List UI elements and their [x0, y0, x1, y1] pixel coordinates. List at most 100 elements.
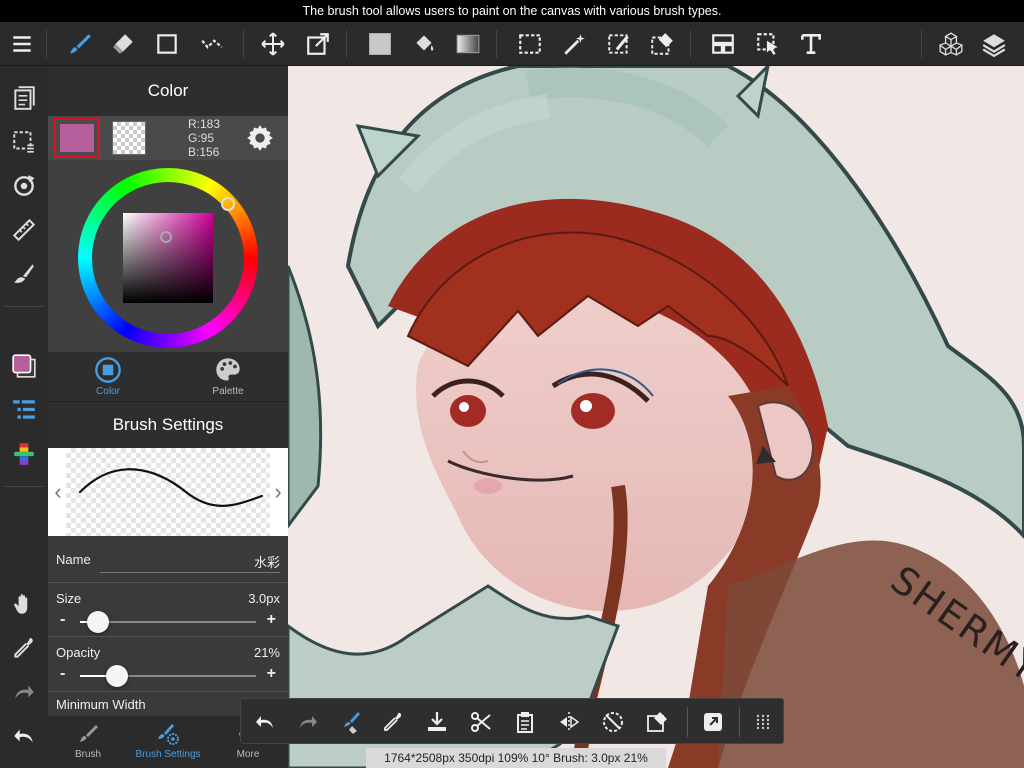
paste-icon[interactable] — [503, 699, 546, 745]
open-window-icon[interactable] — [691, 699, 734, 745]
tab-brush-settings-label: Brush Settings — [135, 749, 201, 760]
brush-name-label: Name — [56, 552, 91, 567]
toolbar-divider — [921, 30, 922, 58]
text-icon[interactable] — [791, 22, 831, 66]
tab-brush[interactable]: Brush — [48, 722, 128, 760]
quick-toolbar — [240, 698, 784, 744]
brush-icon[interactable] — [60, 22, 100, 66]
select-pen-icon[interactable] — [192, 22, 232, 66]
gallery-icon[interactable] — [4, 78, 44, 118]
main-color-swatch[interactable] — [54, 118, 100, 158]
toolbar-divider — [46, 30, 47, 58]
tab-palette-label: Palette — [212, 386, 244, 397]
tab-color[interactable]: Color — [48, 356, 168, 397]
shape-icon[interactable] — [147, 22, 187, 66]
tab-color-label: Color — [96, 386, 120, 397]
rgb-b: B:156 — [188, 145, 220, 159]
clear-layer-icon[interactable] — [635, 699, 678, 745]
color-bar-icon[interactable] — [4, 434, 44, 474]
deselect-icon[interactable] — [591, 699, 634, 745]
select-erase-icon[interactable] — [642, 22, 682, 66]
opacity-label: Opacity — [56, 645, 101, 660]
opacity-plus-button[interactable]: + — [267, 665, 276, 683]
palette-icon — [216, 358, 240, 381]
brush-name-row[interactable]: Name 水彩 — [48, 536, 288, 583]
sub-color-swatch[interactable] — [112, 121, 146, 155]
grid-dots-icon[interactable] — [741, 699, 784, 745]
color-circle-icon — [95, 357, 121, 383]
rgb-r: R:183 — [188, 117, 221, 131]
layers-icon[interactable] — [974, 22, 1014, 66]
size-row: Size 3.0px - + — [48, 583, 288, 637]
operation-icon[interactable] — [748, 22, 788, 66]
sv-cursor[interactable] — [160, 231, 172, 243]
tab-brush-label: Brush — [74, 749, 102, 760]
tab-more-label: More — [236, 749, 260, 760]
size-plus-button[interactable]: + — [267, 611, 276, 629]
brush-eraser-toggle-icon[interactable] — [328, 699, 371, 745]
undo-icon[interactable] — [243, 699, 286, 745]
brush-stroke-preview — [78, 468, 264, 507]
pen-settings-icon[interactable] — [4, 254, 44, 294]
selection-icon[interactable] — [4, 122, 44, 162]
download-icon[interactable] — [415, 699, 458, 745]
chevron-right-icon[interactable]: › — [270, 478, 286, 506]
color-swatch-icon[interactable] — [4, 346, 44, 386]
color-wheel-area — [48, 160, 288, 352]
drawing-canvas[interactable]: SHERMYPOT — [288, 66, 1024, 768]
hue-wheel[interactable] — [78, 168, 258, 348]
brush-name-value[interactable]: 水彩 — [254, 552, 280, 571]
eyedropper-icon[interactable] — [4, 628, 44, 668]
rgb-g: G:95 — [188, 131, 215, 145]
redo-icon[interactable] — [286, 699, 329, 745]
tooltip-bar: The brush tool allows users to paint on … — [0, 0, 1024, 22]
brush-settings-title: Brush Settings — [48, 402, 288, 448]
bucket-icon[interactable] — [404, 22, 444, 66]
opacity-slider[interactable]: - + — [56, 665, 280, 687]
undo-icon[interactable] — [4, 716, 44, 756]
status-bar: 1764*2508px 350dpi 109% 10° Brush: 3.0px… — [366, 748, 666, 768]
opacity-minus-button[interactable]: - — [60, 665, 65, 683]
size-slider[interactable]: - + — [56, 611, 280, 633]
ruler-icon[interactable] — [4, 210, 44, 250]
opacity-value: 21% — [253, 645, 280, 660]
magic-wand-icon[interactable] — [555, 22, 595, 66]
fill-color-icon[interactable] — [360, 22, 400, 66]
chevron-left-icon[interactable]: ‹ — [50, 478, 66, 506]
rgb-readout: R:183 G:95 B:156 — [188, 117, 220, 159]
tab-brush-settings[interactable]: Brush Settings — [128, 722, 208, 760]
gradient-icon[interactable] — [448, 22, 488, 66]
left-sidebar — [0, 66, 48, 768]
menu-icon[interactable] — [2, 22, 42, 66]
flip-horizontal-icon[interactable] — [547, 699, 590, 745]
3d-icon[interactable] — [931, 22, 971, 66]
toolbar-divider — [496, 30, 497, 58]
size-label: Size — [56, 591, 82, 606]
select-lasso-icon[interactable] — [599, 22, 639, 66]
cut-icon[interactable] — [459, 699, 502, 745]
frame-icon[interactable] — [703, 22, 743, 66]
layer-list-icon[interactable] — [4, 390, 44, 430]
select-rect-icon[interactable] — [510, 22, 550, 66]
size-slider-thumb[interactable] — [86, 611, 109, 633]
hand-icon[interactable] — [4, 584, 44, 624]
artwork: SHERMYPOT — [288, 66, 1024, 768]
gear-icon[interactable] — [246, 124, 274, 152]
size-value: 3.0px — [248, 591, 280, 606]
hue-cursor[interactable] — [221, 197, 235, 211]
brush-icon — [80, 725, 98, 742]
eraser-icon[interactable] — [103, 22, 143, 66]
sidebar-divider — [4, 486, 44, 487]
opacity-row: Opacity 21% - + — [48, 637, 288, 692]
saturation-value-square[interactable] — [123, 213, 213, 303]
eyedropper-icon[interactable] — [371, 699, 414, 745]
redo-icon[interactable] — [4, 672, 44, 712]
opacity-slider-thumb[interactable] — [105, 665, 128, 687]
rotate-canvas-icon[interactable] — [4, 166, 44, 206]
toolbar-divider — [690, 30, 691, 58]
move-icon[interactable] — [253, 22, 293, 66]
brush-settings-icon — [158, 724, 179, 745]
transform-icon[interactable] — [298, 22, 338, 66]
tab-palette[interactable]: Palette — [168, 356, 288, 397]
size-minus-button[interactable]: - — [60, 611, 65, 629]
